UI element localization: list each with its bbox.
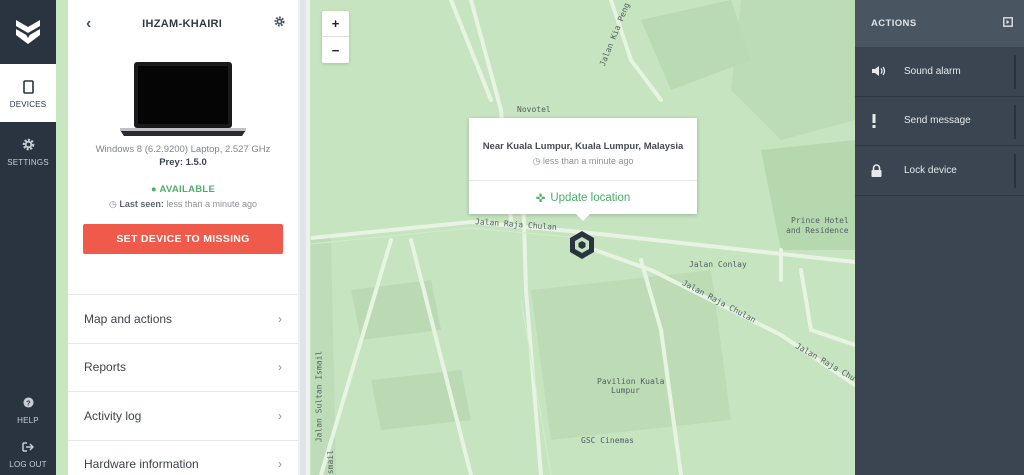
device-location-marker[interactable]	[568, 230, 596, 260]
prey-logo[interactable]	[0, 0, 56, 64]
nav-help-label: HELP	[17, 415, 39, 425]
action-divider	[1014, 55, 1016, 89]
panel-scrollbar[interactable]	[300, 0, 306, 475]
speaker-icon	[871, 65, 904, 77]
map-label-novotel: Novotel	[517, 105, 551, 114]
popup-time-value: less than a minute ago	[542, 156, 634, 166]
help-icon: ?	[22, 394, 34, 412]
lock-icon	[871, 164, 904, 177]
menu-reports[interactable]: Reports ›	[68, 342, 298, 392]
map-label-prince-hotel: Prince Hotel	[791, 216, 849, 225]
svg-text:?: ?	[26, 398, 31, 407]
crosshair-icon: ✜	[535, 192, 546, 205]
gear-icon	[21, 136, 36, 154]
device-menu: Map and actions › Reports › Activity log…	[68, 294, 298, 475]
menu-item-label: Map and actions	[84, 311, 173, 326]
collapse-panel-icon[interactable]	[1003, 17, 1013, 30]
device-settings-icon[interactable]	[273, 15, 286, 33]
map-label-pavilion: Pavilion Kuala	[597, 377, 665, 386]
popup-time: ◷ less than a minute ago	[469, 156, 697, 167]
map-label-pavilion-2: Lumpur	[611, 386, 640, 395]
sound-alarm-action[interactable]: Sound alarm	[855, 47, 1024, 97]
tablet-icon	[22, 78, 34, 96]
lock-device-label: Lock device	[904, 164, 957, 176]
device-spec: Windows 8 (6.2.9200) Laptop, 2.527 GHz	[95, 144, 271, 155]
last-seen: ◷ Last seen: less than a minute ago	[68, 199, 298, 210]
menu-hardware-information[interactable]: Hardware information ›	[68, 439, 298, 475]
back-icon[interactable]: ‹	[86, 15, 91, 33]
laptop-image	[120, 62, 246, 136]
menu-item-label: Reports	[84, 360, 127, 375]
map-label-gsc-cinemas: GSC Cinemas	[581, 436, 634, 445]
map-label-residence: and Residence	[786, 226, 849, 235]
status-badge: ● AVAILABLE	[150, 184, 216, 195]
last-seen-label: Last seen:	[119, 199, 164, 209]
actions-panel: ACTIONS Sound alarm Send message Lock de…	[855, 0, 1024, 475]
nav-logout-label: LOG OUT	[9, 459, 47, 469]
update-location-button[interactable]: ✜ Update location	[469, 180, 697, 214]
nav-help[interactable]: ? HELP	[0, 387, 56, 431]
map-label-jalan-sultan-ismail: Jalan Sultan Ismail	[314, 350, 324, 443]
device-panel: ‹ IHZAM-KHAIRI Windows 8 (6.2.9200) Lapt…	[68, 0, 298, 475]
zoom-control: + −	[322, 11, 349, 63]
zoom-out-button[interactable]: −	[322, 37, 349, 63]
device-name: IHZAM-KHAIRI	[142, 18, 223, 30]
nav-logout[interactable]: LOG OUT	[0, 431, 56, 475]
status-text: AVAILABLE	[159, 184, 216, 195]
map-label-jalan-conlay: Jalan Conlay	[689, 260, 747, 269]
actions-title: ACTIONS	[871, 18, 917, 29]
menu-activity-log[interactable]: Activity log ›	[68, 391, 298, 440]
lock-device-action[interactable]: Lock device	[855, 146, 1024, 196]
send-message-label: Send message	[904, 115, 971, 127]
menu-map-and-actions[interactable]: Map and actions ›	[68, 294, 298, 343]
nav-devices-label: DEVICES	[9, 99, 47, 109]
clock-icon: ◷	[109, 199, 117, 209]
update-location-label: Update location	[550, 191, 631, 204]
nav-settings[interactable]: SETTINGS	[0, 122, 56, 180]
chevron-right-icon: ›	[278, 360, 282, 375]
chevron-right-icon: ›	[278, 311, 282, 326]
prey-version: Prey: 1.5.0	[159, 157, 207, 168]
exclamation-icon	[871, 113, 904, 128]
nav-devices[interactable]: DEVICES	[0, 64, 56, 122]
chevron-right-icon: ›	[278, 408, 282, 423]
map-view[interactable]: + − Novotel Prince Hotel and Residence J…	[311, 0, 855, 475]
zoom-in-button[interactable]: +	[322, 11, 349, 37]
logout-icon	[22, 438, 34, 456]
clock-icon: ◷	[532, 156, 541, 166]
logo-icon	[16, 20, 40, 44]
menu-item-label: Hardware information	[84, 457, 199, 472]
action-divider	[1014, 104, 1016, 139]
set-missing-button[interactable]: SET DEVICE TO MISSING	[83, 224, 283, 254]
sound-alarm-label: Sound alarm	[904, 65, 961, 77]
main-nav: DEVICES SETTINGS ? HELP LOG OUT	[0, 0, 56, 475]
action-divider	[1014, 154, 1016, 188]
last-seen-value: less than a minute ago	[166, 199, 257, 209]
location-popup: Near Kuala Lumpur, Kuala Lumpur, Malaysi…	[469, 118, 697, 221]
menu-item-label: Activity log	[84, 408, 142, 423]
send-message-action[interactable]: Send message	[855, 97, 1024, 146]
popup-location: Near Kuala Lumpur, Kuala Lumpur, Malaysi…	[482, 141, 684, 152]
chevron-right-icon: ›	[278, 457, 282, 472]
nav-settings-label: SETTINGS	[7, 157, 49, 167]
map-label-ismail: Ismail	[325, 450, 335, 475]
